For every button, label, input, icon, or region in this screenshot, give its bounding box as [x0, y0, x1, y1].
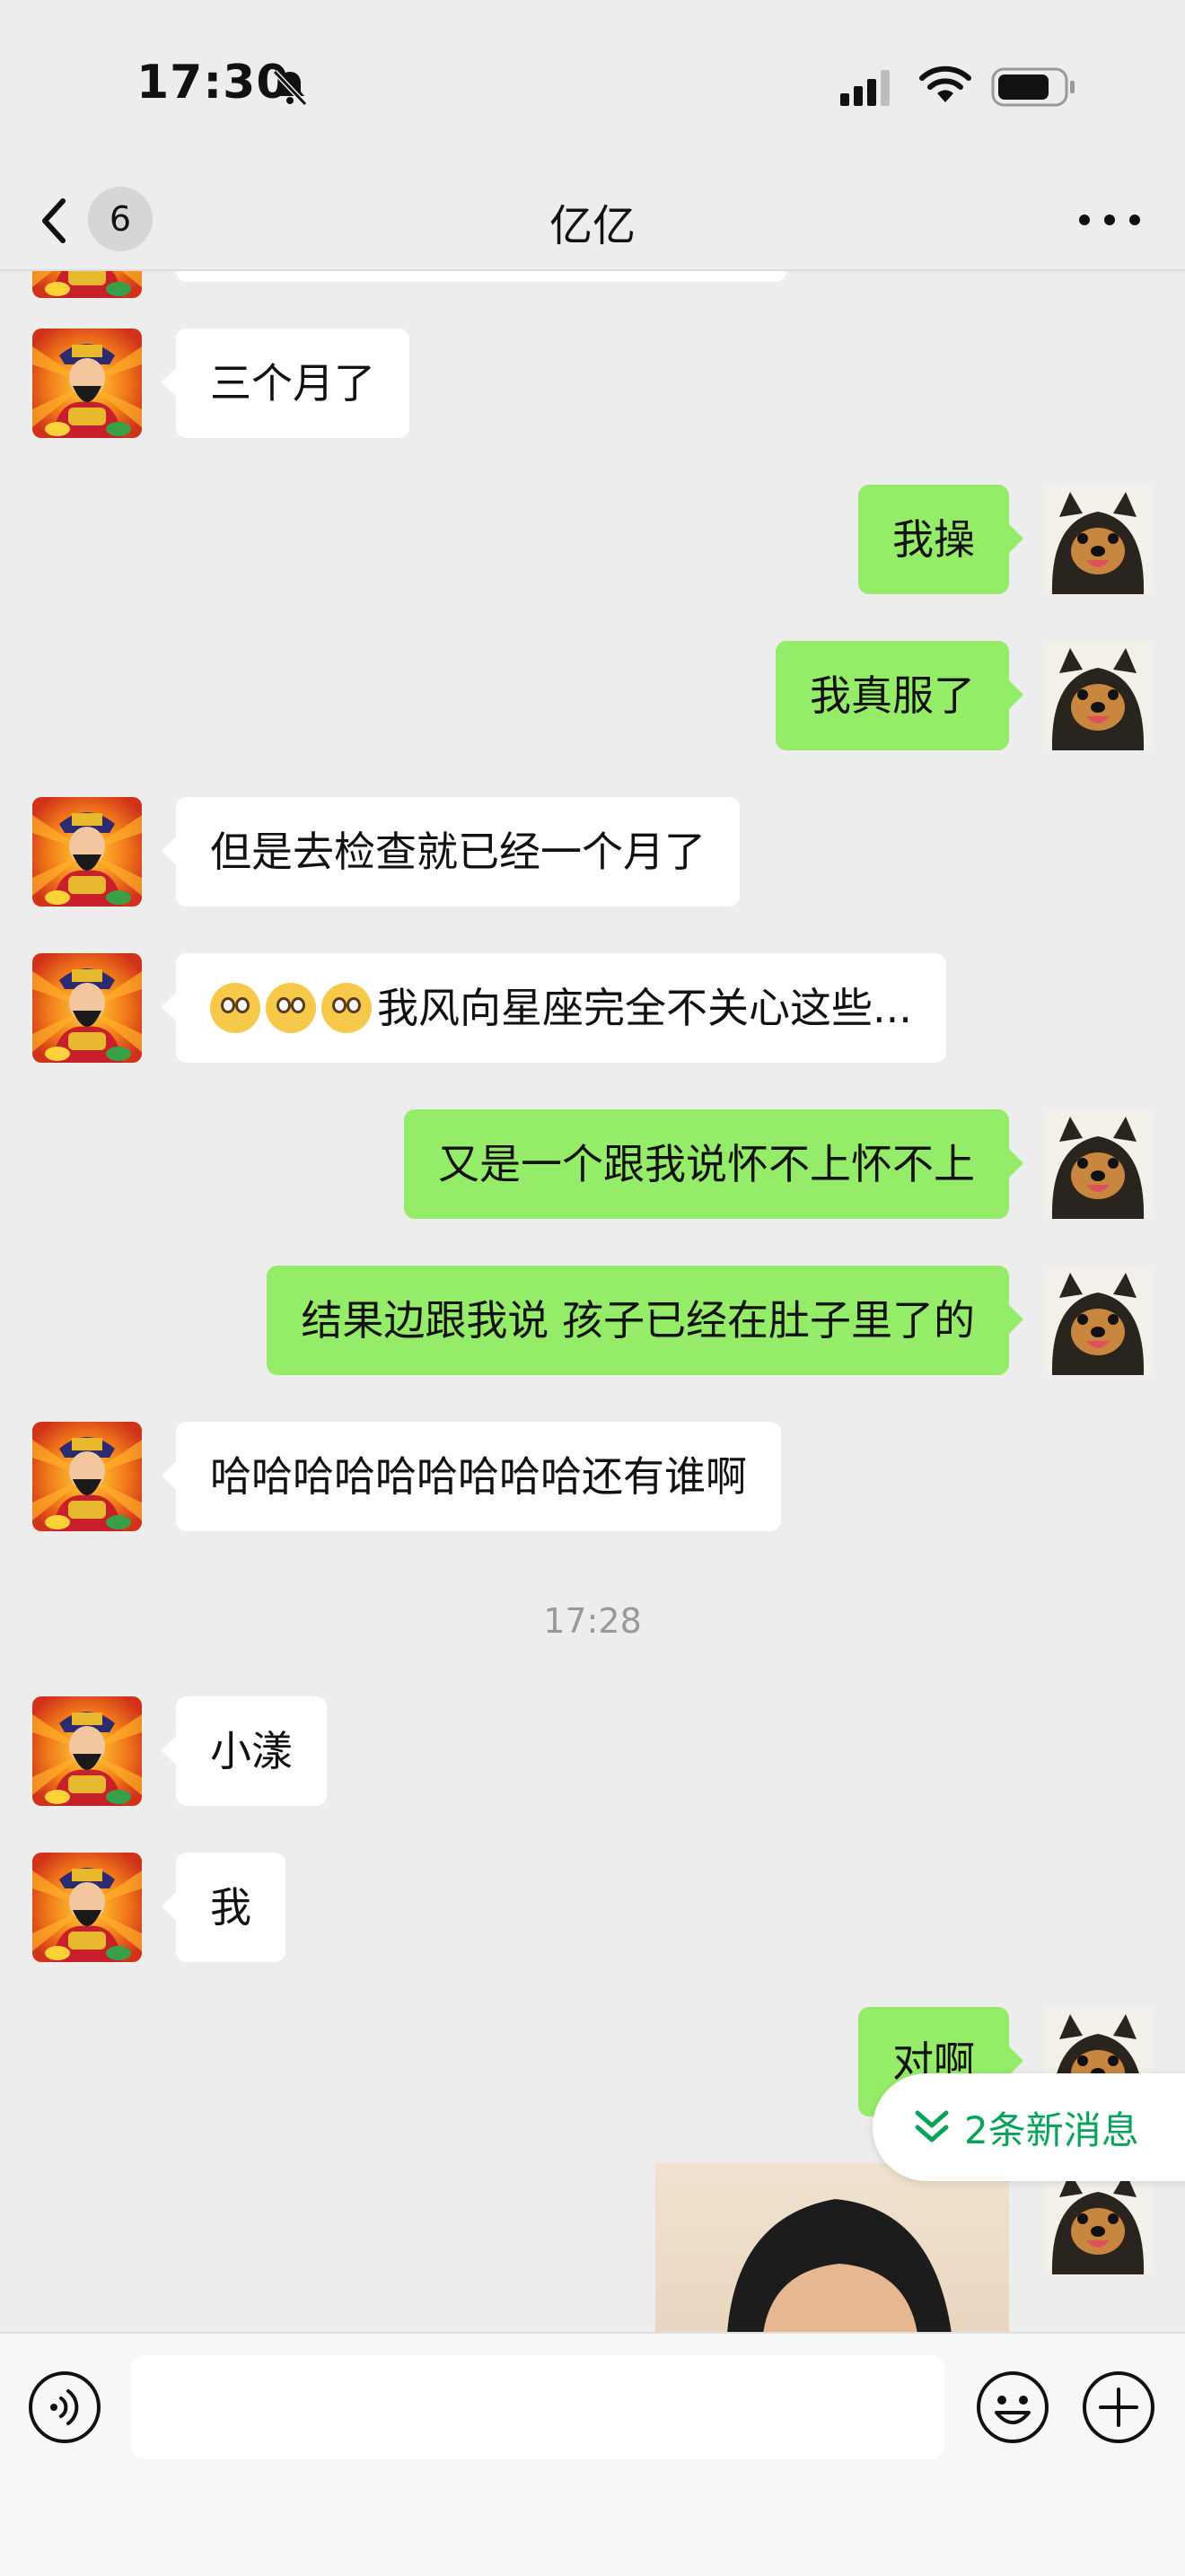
new-messages-button[interactable]: 2条新消息: [873, 2073, 1185, 2181]
more-icon[interactable]: [1074, 197, 1146, 242]
double-chevron-down-icon: [915, 2110, 949, 2142]
image-message[interactable]: [655, 2163, 1009, 2332]
input-bar: [0, 2332, 1185, 2576]
my-avatar[interactable]: [1043, 485, 1153, 594]
contact-avatar[interactable]: [32, 271, 142, 298]
bell-slash-icon: [272, 69, 308, 107]
my-avatar[interactable]: [1043, 1266, 1153, 1375]
voice-icon[interactable]: [27, 2370, 102, 2445]
battery-icon: [991, 67, 1075, 107]
message-bubble-incoming[interactable]: 小漾: [162, 1696, 327, 1806]
chat-area[interactable]: 三个月了 我操 我真服了 但是去检查就已经一个月了 我风向星座完全不关心这些..…: [0, 271, 1185, 2332]
message-timestamp: 17:28: [543, 1601, 642, 1641]
plus-icon[interactable]: [1081, 2370, 1156, 2445]
contact-avatar[interactable]: [32, 953, 142, 1063]
my-avatar[interactable]: [1043, 641, 1153, 750]
contact-avatar[interactable]: [32, 1853, 142, 1962]
nav-bar: 6 亿亿: [0, 171, 1185, 271]
my-avatar[interactable]: [1043, 1109, 1153, 1219]
message-bubble-outgoing[interactable]: 结果边跟我说 孩子已经在肚子里了的: [267, 1266, 1023, 1375]
status-bar: 17:30: [0, 0, 1185, 171]
pleading-face-emoji-icon: [266, 982, 316, 1033]
my-avatar[interactable]: [1043, 2165, 1153, 2274]
message-bubble-incoming[interactable]: 我风向星座完全不关心这些...: [162, 953, 946, 1063]
message-bubble-outgoing[interactable]: 我真服了: [776, 641, 1023, 750]
message-input[interactable]: [131, 2355, 944, 2459]
contact-avatar[interactable]: [32, 1696, 142, 1806]
message-text: 我风向星座完全不关心这些...: [377, 984, 912, 1032]
message-bubble-incoming[interactable]: 但是去检查就已经一个月了: [162, 797, 740, 907]
status-time: 17:30: [136, 56, 290, 110]
message-bubble-outgoing[interactable]: 又是一个跟我说怀不上怀不上: [404, 1109, 1023, 1219]
emoji-icon[interactable]: [975, 2370, 1050, 2445]
contact-avatar[interactable]: [32, 329, 142, 438]
message-bubble-outgoing[interactable]: 我操: [858, 485, 1023, 594]
new-messages-label: 2条新消息: [964, 2108, 1139, 2152]
signal-icon: [840, 70, 890, 106]
chat-title: 亿亿: [549, 201, 636, 251]
message-bubble-incoming[interactable]: 哈哈哈哈哈哈哈哈哈还有谁啊: [162, 1422, 781, 1531]
message-bubble-incoming[interactable]: 我: [162, 1853, 285, 1962]
wifi-icon: [919, 66, 971, 102]
message-bubble-incoming[interactable]: [176, 271, 786, 282]
pleading-face-emoji-icon: [210, 982, 260, 1033]
contact-avatar[interactable]: [32, 1422, 142, 1531]
pleading-face-emoji-icon: [321, 982, 372, 1033]
message-bubble-incoming[interactable]: 三个月了: [162, 329, 409, 438]
contact-avatar[interactable]: [32, 797, 142, 907]
